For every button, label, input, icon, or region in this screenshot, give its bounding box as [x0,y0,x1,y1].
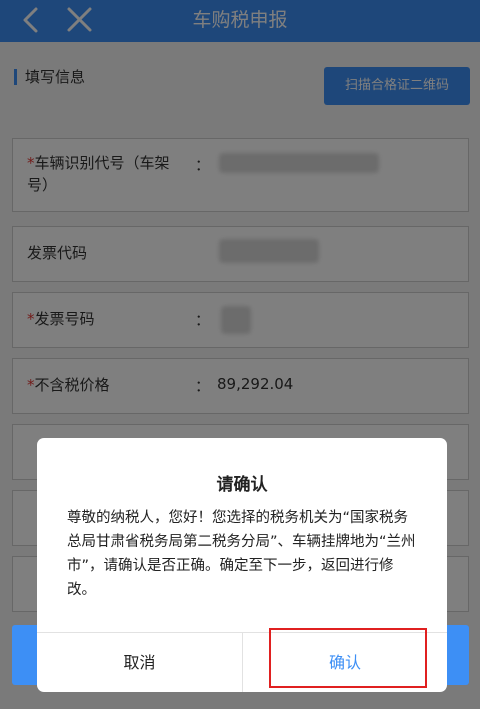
dialog-title: 请确认 [216,475,268,495]
confirm-highlight-box [269,628,427,688]
dialog-message: 尊敬的纳税人，您好！您选择的税务机关为“国家税务总局甘肃省税务局第二税务分局”、… [67,510,416,598]
cancel-button[interactable]: 取消 [37,633,242,692]
